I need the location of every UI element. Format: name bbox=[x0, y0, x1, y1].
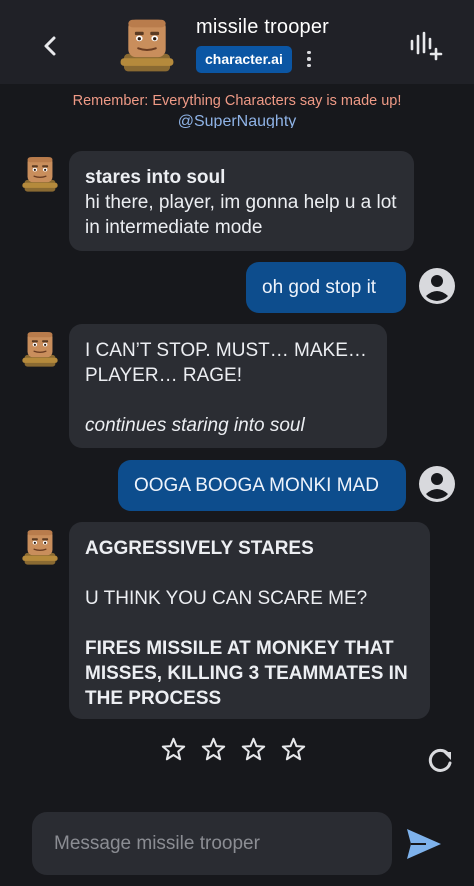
user-message: oh god stop it bbox=[246, 262, 406, 313]
bot-message: AGGRESSIVELY STARES U THINK YOU CAN SCAR… bbox=[69, 522, 430, 719]
back-button[interactable] bbox=[36, 32, 64, 60]
bot-avatar[interactable] bbox=[18, 327, 62, 371]
character-avatar[interactable] bbox=[114, 12, 180, 78]
message-action: continues staring into soul bbox=[85, 415, 305, 436]
bot-message: stares into soul hi there, player, im go… bbox=[69, 151, 414, 251]
bot-avatar[interactable] bbox=[18, 152, 62, 196]
message-text: OOGA BOOGA MONKI MAD bbox=[134, 475, 379, 496]
send-icon[interactable] bbox=[404, 826, 444, 862]
message-text: hi there, player, im gonna help u a lot … bbox=[85, 192, 402, 238]
message-text: I CAN’T STOP. MUST… MAKE… PLAYER… RAGE! bbox=[85, 340, 373, 386]
star-icon[interactable] bbox=[280, 736, 307, 763]
message-action: stares into soul bbox=[85, 167, 226, 188]
message-text: oh god stop it bbox=[262, 277, 377, 298]
user-avatar-icon bbox=[418, 465, 456, 503]
star-icon[interactable] bbox=[160, 736, 187, 763]
message-text: U THINK YOU CAN SCARE ME? bbox=[85, 588, 368, 609]
top-bar: missile trooper character.ai bbox=[0, 0, 474, 84]
brand-badge: character.ai bbox=[196, 46, 292, 73]
rating-stars bbox=[160, 736, 307, 763]
bot-avatar[interactable] bbox=[18, 525, 62, 569]
chevron-left-icon bbox=[44, 36, 56, 56]
creator-handle[interactable]: @SuperNaughty bbox=[0, 110, 474, 128]
kebab-menu-icon[interactable] bbox=[300, 48, 318, 70]
user-avatar-icon bbox=[418, 267, 456, 305]
star-icon[interactable] bbox=[240, 736, 267, 763]
user-message: OOGA BOOGA MONKI MAD bbox=[118, 460, 406, 511]
message-action: FIRES MISSILE AT MONKEY THAT MISSES, KIL… bbox=[85, 638, 413, 709]
character-name[interactable]: missile trooper bbox=[196, 16, 329, 39]
voice-add-icon[interactable] bbox=[408, 30, 444, 62]
regenerate-icon[interactable] bbox=[424, 745, 456, 777]
star-icon[interactable] bbox=[200, 736, 227, 763]
disclaimer-text: Remember: Everything Characters say is m… bbox=[72, 93, 402, 109]
bot-message: I CAN’T STOP. MUST… MAKE… PLAYER… RAGE! … bbox=[69, 324, 387, 448]
message-action: AGGRESSIVELY STARES bbox=[85, 538, 314, 559]
message-input[interactable] bbox=[32, 812, 392, 875]
